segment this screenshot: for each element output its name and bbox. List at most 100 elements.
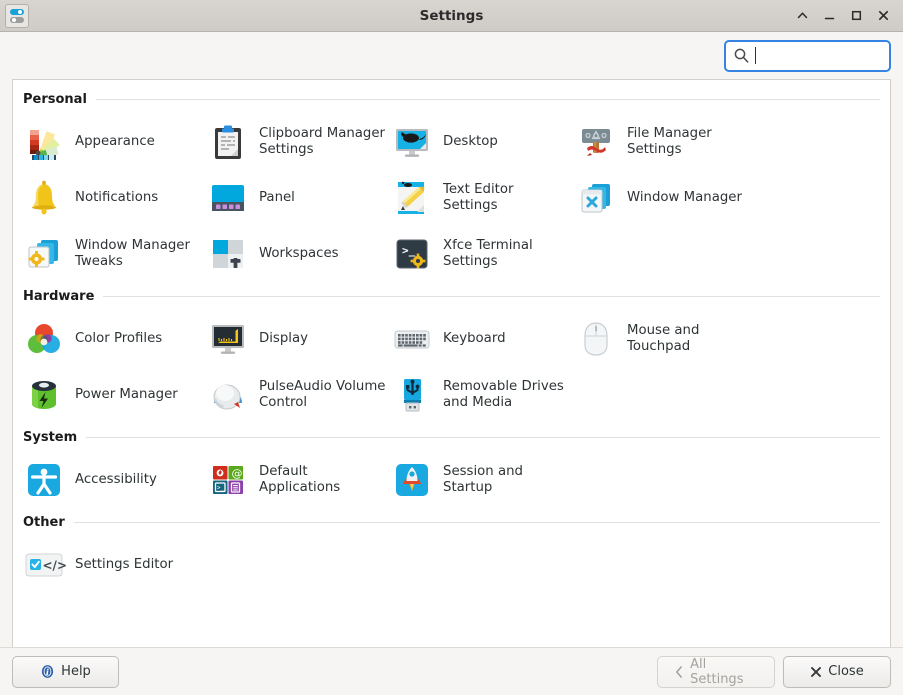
settings-item-file-manager-settings[interactable]: File Manager Settings xyxy=(574,114,758,170)
section-title: Personal xyxy=(23,91,87,107)
settings-item-label: Color Profiles xyxy=(75,330,163,346)
section-grid: Color Profiles Display Keyboard Mouse an… xyxy=(13,311,890,423)
section-grid: Appearance Clipboard Manager Settings De… xyxy=(13,114,890,282)
settings-item-notifications[interactable]: Notifications xyxy=(22,170,206,226)
section-other: Other </> Settings Editor xyxy=(13,512,890,593)
settings-item-desktop[interactable]: Desktop xyxy=(390,114,574,170)
settings-item-label: Session and Startup xyxy=(443,463,523,496)
section-grid: </> Settings Editor xyxy=(13,537,890,593)
section-hardware: Hardware Color Profiles Display Keyboard… xyxy=(13,286,890,423)
settings-item-label: Power Manager xyxy=(75,386,178,402)
close-x-icon xyxy=(811,666,822,677)
settings-item-clipboard-manager-settings[interactable]: Clipboard Manager Settings xyxy=(206,114,390,170)
help-circle-icon: i xyxy=(42,665,54,678)
help-button-label: Help xyxy=(61,664,91,679)
settings-item-mouse-and-touchpad[interactable]: Mouse and Touchpad xyxy=(574,311,758,367)
settings-window: Settings Personal Appearance Clipboard M… xyxy=(0,0,903,695)
file-manager-icon xyxy=(574,120,618,164)
removable-drives-usb-icon xyxy=(390,373,434,417)
section-header: Other xyxy=(13,512,890,532)
appearance-icon xyxy=(22,120,66,164)
settings-item-default-applications[interactable]: @ >_ Default Applications xyxy=(206,452,390,508)
settings-item-label: Clipboard Manager Settings xyxy=(259,125,386,158)
action-bar: i Help All Settings Close xyxy=(0,647,903,695)
settings-item-settings-editor[interactable]: </> Settings Editor xyxy=(22,537,206,593)
section-title: Hardware xyxy=(23,288,95,304)
settings-item-window-manager-tweaks[interactable]: Window Manager Tweaks xyxy=(22,226,206,282)
accessibility-icon xyxy=(22,458,66,502)
settings-item-power-manager[interactable]: Power Manager xyxy=(22,367,206,423)
workspaces-icon xyxy=(206,232,250,276)
xfce-terminal-icon: >_ xyxy=(390,232,434,276)
settings-item-label: Default Applications xyxy=(259,463,341,496)
settings-item-workspaces[interactable]: Workspaces xyxy=(206,226,390,282)
section-rule xyxy=(95,98,880,100)
settings-item-label: Accessibility xyxy=(75,471,157,487)
notifications-bell-icon xyxy=(22,176,66,220)
text-editor-icon xyxy=(390,176,434,220)
settings-item-label: Workspaces xyxy=(259,245,339,261)
settings-item-label: Window Manager xyxy=(627,189,742,205)
settings-item-window-manager[interactable]: Window Manager xyxy=(574,170,758,226)
settings-item-removable-drives-and-media[interactable]: Removable Drives and Media xyxy=(390,367,574,423)
section-rule xyxy=(103,295,880,297)
settings-item-label: File Manager Settings xyxy=(627,125,712,158)
settings-item-label: Desktop xyxy=(443,133,498,149)
settings-item-panel[interactable]: Panel xyxy=(206,170,390,226)
color-profiles-icon xyxy=(22,317,66,361)
settings-item-accessibility[interactable]: Accessibility xyxy=(22,452,206,508)
section-grid: Accessibility @ >_ Default Applications … xyxy=(13,452,890,508)
settings-item-session-and-startup[interactable]: Session and Startup xyxy=(390,452,574,508)
settings-item-label: Removable Drives and Media xyxy=(443,378,564,411)
all-settings-button[interactable]: All Settings xyxy=(657,655,775,688)
close-dialog-button[interactable]: Close xyxy=(783,655,891,688)
window-manager-tweaks-icon xyxy=(22,232,66,276)
clipboard-manager-icon xyxy=(206,120,250,164)
close-button[interactable] xyxy=(877,9,890,22)
settings-item-color-profiles[interactable]: Color Profiles xyxy=(22,311,206,367)
section-rule xyxy=(73,521,880,523)
title-bar: Settings xyxy=(0,0,903,32)
settings-item-display[interactable]: Display xyxy=(206,311,390,367)
settings-item-label: PulseAudio Volume Control xyxy=(259,378,386,411)
default-applications-icon: @ >_ xyxy=(206,458,250,502)
settings-item-label: Appearance xyxy=(75,133,155,149)
settings-item-label: Settings Editor xyxy=(75,556,174,572)
section-personal: Personal Appearance Clipboard Manager Se… xyxy=(13,89,890,282)
settings-item-keyboard[interactable]: Keyboard xyxy=(390,311,574,367)
display-icon xyxy=(206,317,250,361)
settings-item-text-editor-settings[interactable]: Text Editor Settings xyxy=(390,170,574,226)
panel-icon xyxy=(206,176,250,220)
maximize-button[interactable] xyxy=(850,9,863,22)
minimize-button[interactable] xyxy=(823,9,836,22)
settings-item-appearance[interactable]: Appearance xyxy=(22,114,206,170)
section-rule xyxy=(86,436,880,438)
settings-item-label: Keyboard xyxy=(443,330,506,346)
section-title: Other xyxy=(23,514,65,530)
section-header: System xyxy=(13,427,890,447)
shade-button[interactable] xyxy=(796,9,809,22)
search-input[interactable] xyxy=(761,48,881,63)
search-box[interactable] xyxy=(724,39,891,72)
chevron-left-icon xyxy=(675,665,682,678)
svg-text:i: i xyxy=(46,668,49,678)
settings-panel: Personal Appearance Clipboard Manager Se… xyxy=(12,79,891,647)
settings-editor-icon: </> xyxy=(22,543,66,587)
settings-item-label: Display xyxy=(259,330,309,346)
settings-item-xfce-terminal-settings[interactable]: >_ Xfce Terminal Settings xyxy=(390,226,574,282)
section-title: System xyxy=(23,429,78,445)
help-button[interactable]: i Help xyxy=(12,655,119,688)
pulseaudio-volume-icon xyxy=(206,373,250,417)
settings-sliders-icon xyxy=(5,3,29,28)
settings-item-label: Xfce Terminal Settings xyxy=(443,237,533,270)
settings-item-pulseaudio-volume-control[interactable]: PulseAudio Volume Control xyxy=(206,367,390,423)
search-icon xyxy=(734,48,749,63)
svg-text:>_: >_ xyxy=(217,485,225,492)
section-system: System Accessibility @ >_ Default Applic… xyxy=(13,427,890,508)
mouse-icon xyxy=(574,317,618,361)
power-manager-battery-icon xyxy=(22,373,66,417)
settings-item-label: Text Editor Settings xyxy=(443,181,514,214)
section-header: Personal xyxy=(13,89,890,109)
close-dialog-button-label: Close xyxy=(828,664,864,679)
all-settings-button-label: All Settings xyxy=(690,656,744,687)
